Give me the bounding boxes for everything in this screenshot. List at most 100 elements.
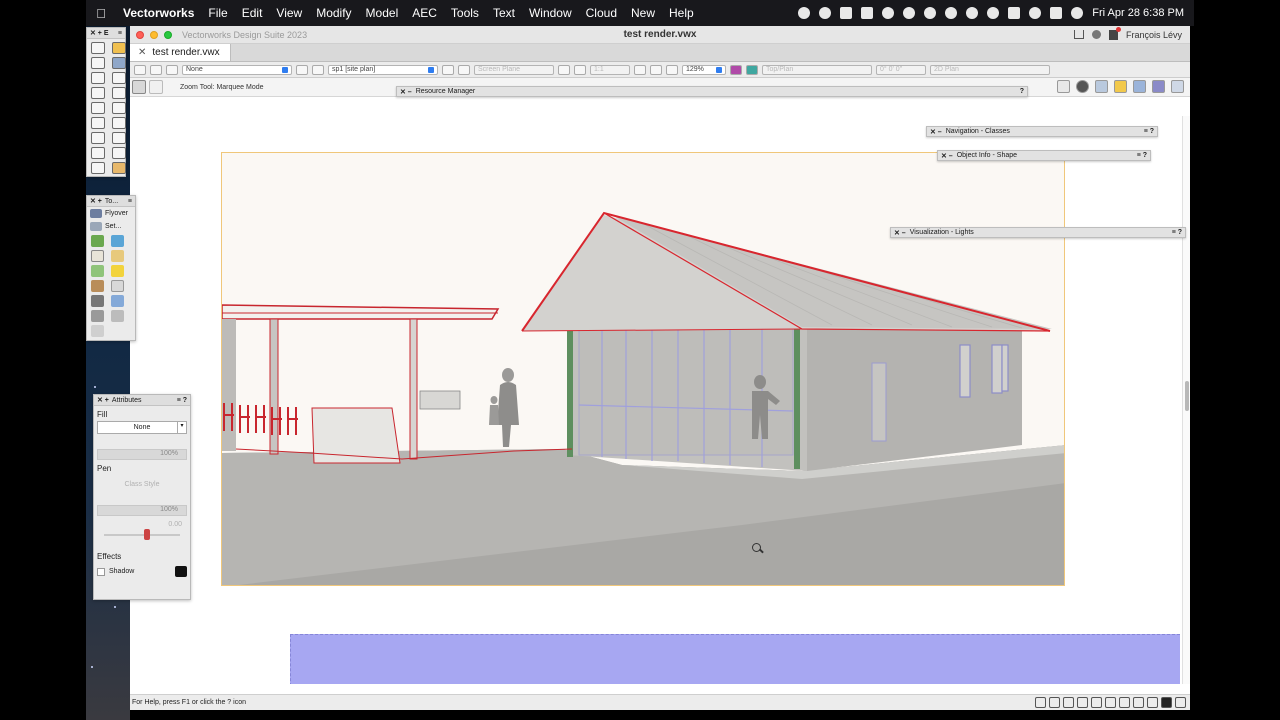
apple-menu-icon[interactable]: 	[86, 6, 116, 21]
flyover-tool-icon[interactable]	[91, 57, 105, 69]
snap-object-icon[interactable]	[1049, 697, 1060, 708]
menu-text[interactable]: Text	[486, 6, 522, 20]
rotation-field[interactable]: 0° 0' 0"	[876, 64, 926, 75]
shadow-checkbox[interactable]	[97, 567, 105, 576]
help-icon[interactable]: ?	[1020, 88, 1024, 95]
menu-app-name[interactable]: Vectorworks	[116, 6, 201, 20]
flyover-row[interactable]: Flyover	[87, 207, 135, 220]
bluetooth-icon[interactable]	[987, 7, 1000, 19]
offset-tool-icon[interactable]	[112, 117, 126, 129]
menu-edit[interactable]: Edit	[235, 6, 270, 20]
home-icon[interactable]	[1073, 30, 1084, 39]
tab-close-icon[interactable]: ✕	[138, 47, 146, 58]
snap-tangent-icon[interactable]	[1091, 697, 1102, 708]
render-options-icon[interactable]	[1057, 80, 1070, 93]
render-select[interactable]: 2D Plan	[930, 64, 1050, 75]
wifi-icon[interactable]	[1029, 7, 1042, 19]
snap-button[interactable]	[558, 64, 570, 75]
fill-opacity-field[interactable]: 100%	[97, 449, 187, 460]
snap-surface-icon[interactable]	[1133, 697, 1144, 708]
detailing-icon[interactable]	[91, 280, 104, 292]
fabrication-icon[interactable]	[91, 310, 104, 322]
clock-icon[interactable]	[924, 7, 937, 19]
eyedropper-tool-icon[interactable]	[91, 132, 105, 144]
app-status-icon[interactable]	[861, 7, 874, 19]
slider-knob[interactable]	[144, 529, 150, 540]
navigation-palette[interactable]: ✕ – Navigation - Classes ≡ ?	[926, 126, 1158, 137]
layer-options-button[interactable]	[296, 64, 308, 75]
close-icon[interactable]: ✕ + E	[90, 29, 109, 37]
shadow-settings-button[interactable]	[175, 566, 187, 577]
view-select[interactable]: Top/Plan	[762, 64, 872, 75]
gear-icon[interactable]	[1175, 697, 1186, 708]
dims-icon[interactable]	[111, 280, 124, 292]
snap-edge-icon[interactable]	[1105, 697, 1116, 708]
plane-select[interactable]: Screen Plane	[474, 64, 554, 75]
fill-style-select[interactable]: None ▾	[97, 421, 187, 434]
back-view-button[interactable]	[134, 64, 146, 75]
control-center-icon[interactable]	[1050, 7, 1063, 19]
folder-icon[interactable]	[1114, 80, 1127, 93]
window-zoom-button[interactable]	[164, 30, 172, 39]
class-select[interactable]: None	[182, 64, 292, 75]
pen-thickness-field[interactable]: 0.00	[94, 521, 190, 528]
object-info-palette[interactable]: ✕ – Object Info - Shape ≡ ?	[937, 150, 1151, 161]
zoom-tool-icon[interactable]	[112, 57, 126, 69]
bold-b-icon[interactable]	[903, 7, 916, 19]
battery-icon[interactable]	[1008, 7, 1021, 19]
pen-style-select[interactable]: Class Style	[97, 478, 187, 491]
misc-tool-icon[interactable]	[91, 325, 104, 337]
clip-tool-icon[interactable]	[112, 147, 126, 159]
snap-intersection-icon[interactable]	[1063, 697, 1074, 708]
zoom-fit-button[interactable]	[634, 64, 646, 75]
lighting-icon[interactable]	[111, 265, 124, 277]
contrast-icon[interactable]	[1076, 80, 1089, 93]
siri-icon[interactable]	[1071, 7, 1084, 19]
menu-help[interactable]: Help	[662, 6, 701, 20]
menu-view[interactable]: View	[269, 6, 309, 20]
mep-icon[interactable]	[111, 295, 124, 307]
forward-view-button[interactable]	[150, 64, 162, 75]
menu-file[interactable]: File	[201, 6, 234, 20]
scale-field[interactable]: 1:1	[590, 64, 630, 75]
saved-view-icon[interactable]	[1152, 80, 1165, 93]
gear-icon[interactable]	[111, 310, 124, 322]
window-minimize-button[interactable]	[150, 30, 158, 39]
user-name[interactable]: François Lévy	[1126, 30, 1182, 40]
close-icon[interactable]: ✕ –	[941, 152, 953, 160]
freehand-tool-icon[interactable]	[91, 117, 105, 129]
smart-points-icon[interactable]	[1147, 697, 1158, 708]
class-visibility-button[interactable]	[166, 64, 178, 75]
document-tab[interactable]: ✕ test render.vwx	[130, 44, 231, 61]
sync-icon[interactable]	[945, 7, 958, 19]
set-row[interactable]: Set...	[87, 220, 135, 233]
menu-icon[interactable]: ≡ ?	[1137, 152, 1147, 159]
menu-modify[interactable]: Modify	[309, 6, 358, 20]
menu-icon[interactable]: ≡ ?	[1144, 128, 1154, 135]
zoom-field[interactable]: 129%	[682, 64, 726, 75]
view-box-icon[interactable]	[1133, 80, 1146, 93]
window-close-button[interactable]	[136, 30, 144, 39]
menubar-clock[interactable]: Fri Apr 28 6:38 PM	[1092, 7, 1184, 19]
visualization-palette[interactable]: ✕ – Visualization - Lights ≡ ?	[890, 227, 1186, 238]
menu-model[interactable]: Model	[359, 6, 406, 20]
palette-header[interactable]: ✕ + To... ≡	[87, 196, 135, 207]
snap-grid-icon[interactable]	[1035, 697, 1046, 708]
close-icon[interactable]: ✕ +	[90, 197, 102, 205]
resource-manager-palette[interactable]: ✕ – Resource Manager ?	[396, 86, 1028, 97]
close-icon[interactable]: ✕ +	[97, 396, 109, 404]
fillet-tool-icon[interactable]	[112, 132, 126, 144]
plane-button[interactable]	[442, 64, 454, 75]
render-mode-button[interactable]	[730, 64, 742, 75]
zoom-icon[interactable]	[666, 64, 678, 75]
menu-tools[interactable]: Tools	[444, 6, 486, 20]
dropbox-icon[interactable]	[840, 7, 853, 19]
line-tool-icon[interactable]	[112, 72, 126, 84]
palette-header[interactable]: ✕ + Attributes ≡ ?	[94, 395, 190, 406]
menu-icon[interactable]: ≡	[128, 198, 132, 205]
marquee-mode-button[interactable]	[132, 80, 146, 94]
search-user-icon[interactable]	[1091, 30, 1101, 39]
layers-icon[interactable]	[1095, 80, 1108, 93]
scale-button[interactable]	[574, 64, 586, 75]
shield-icon[interactable]	[882, 7, 895, 19]
